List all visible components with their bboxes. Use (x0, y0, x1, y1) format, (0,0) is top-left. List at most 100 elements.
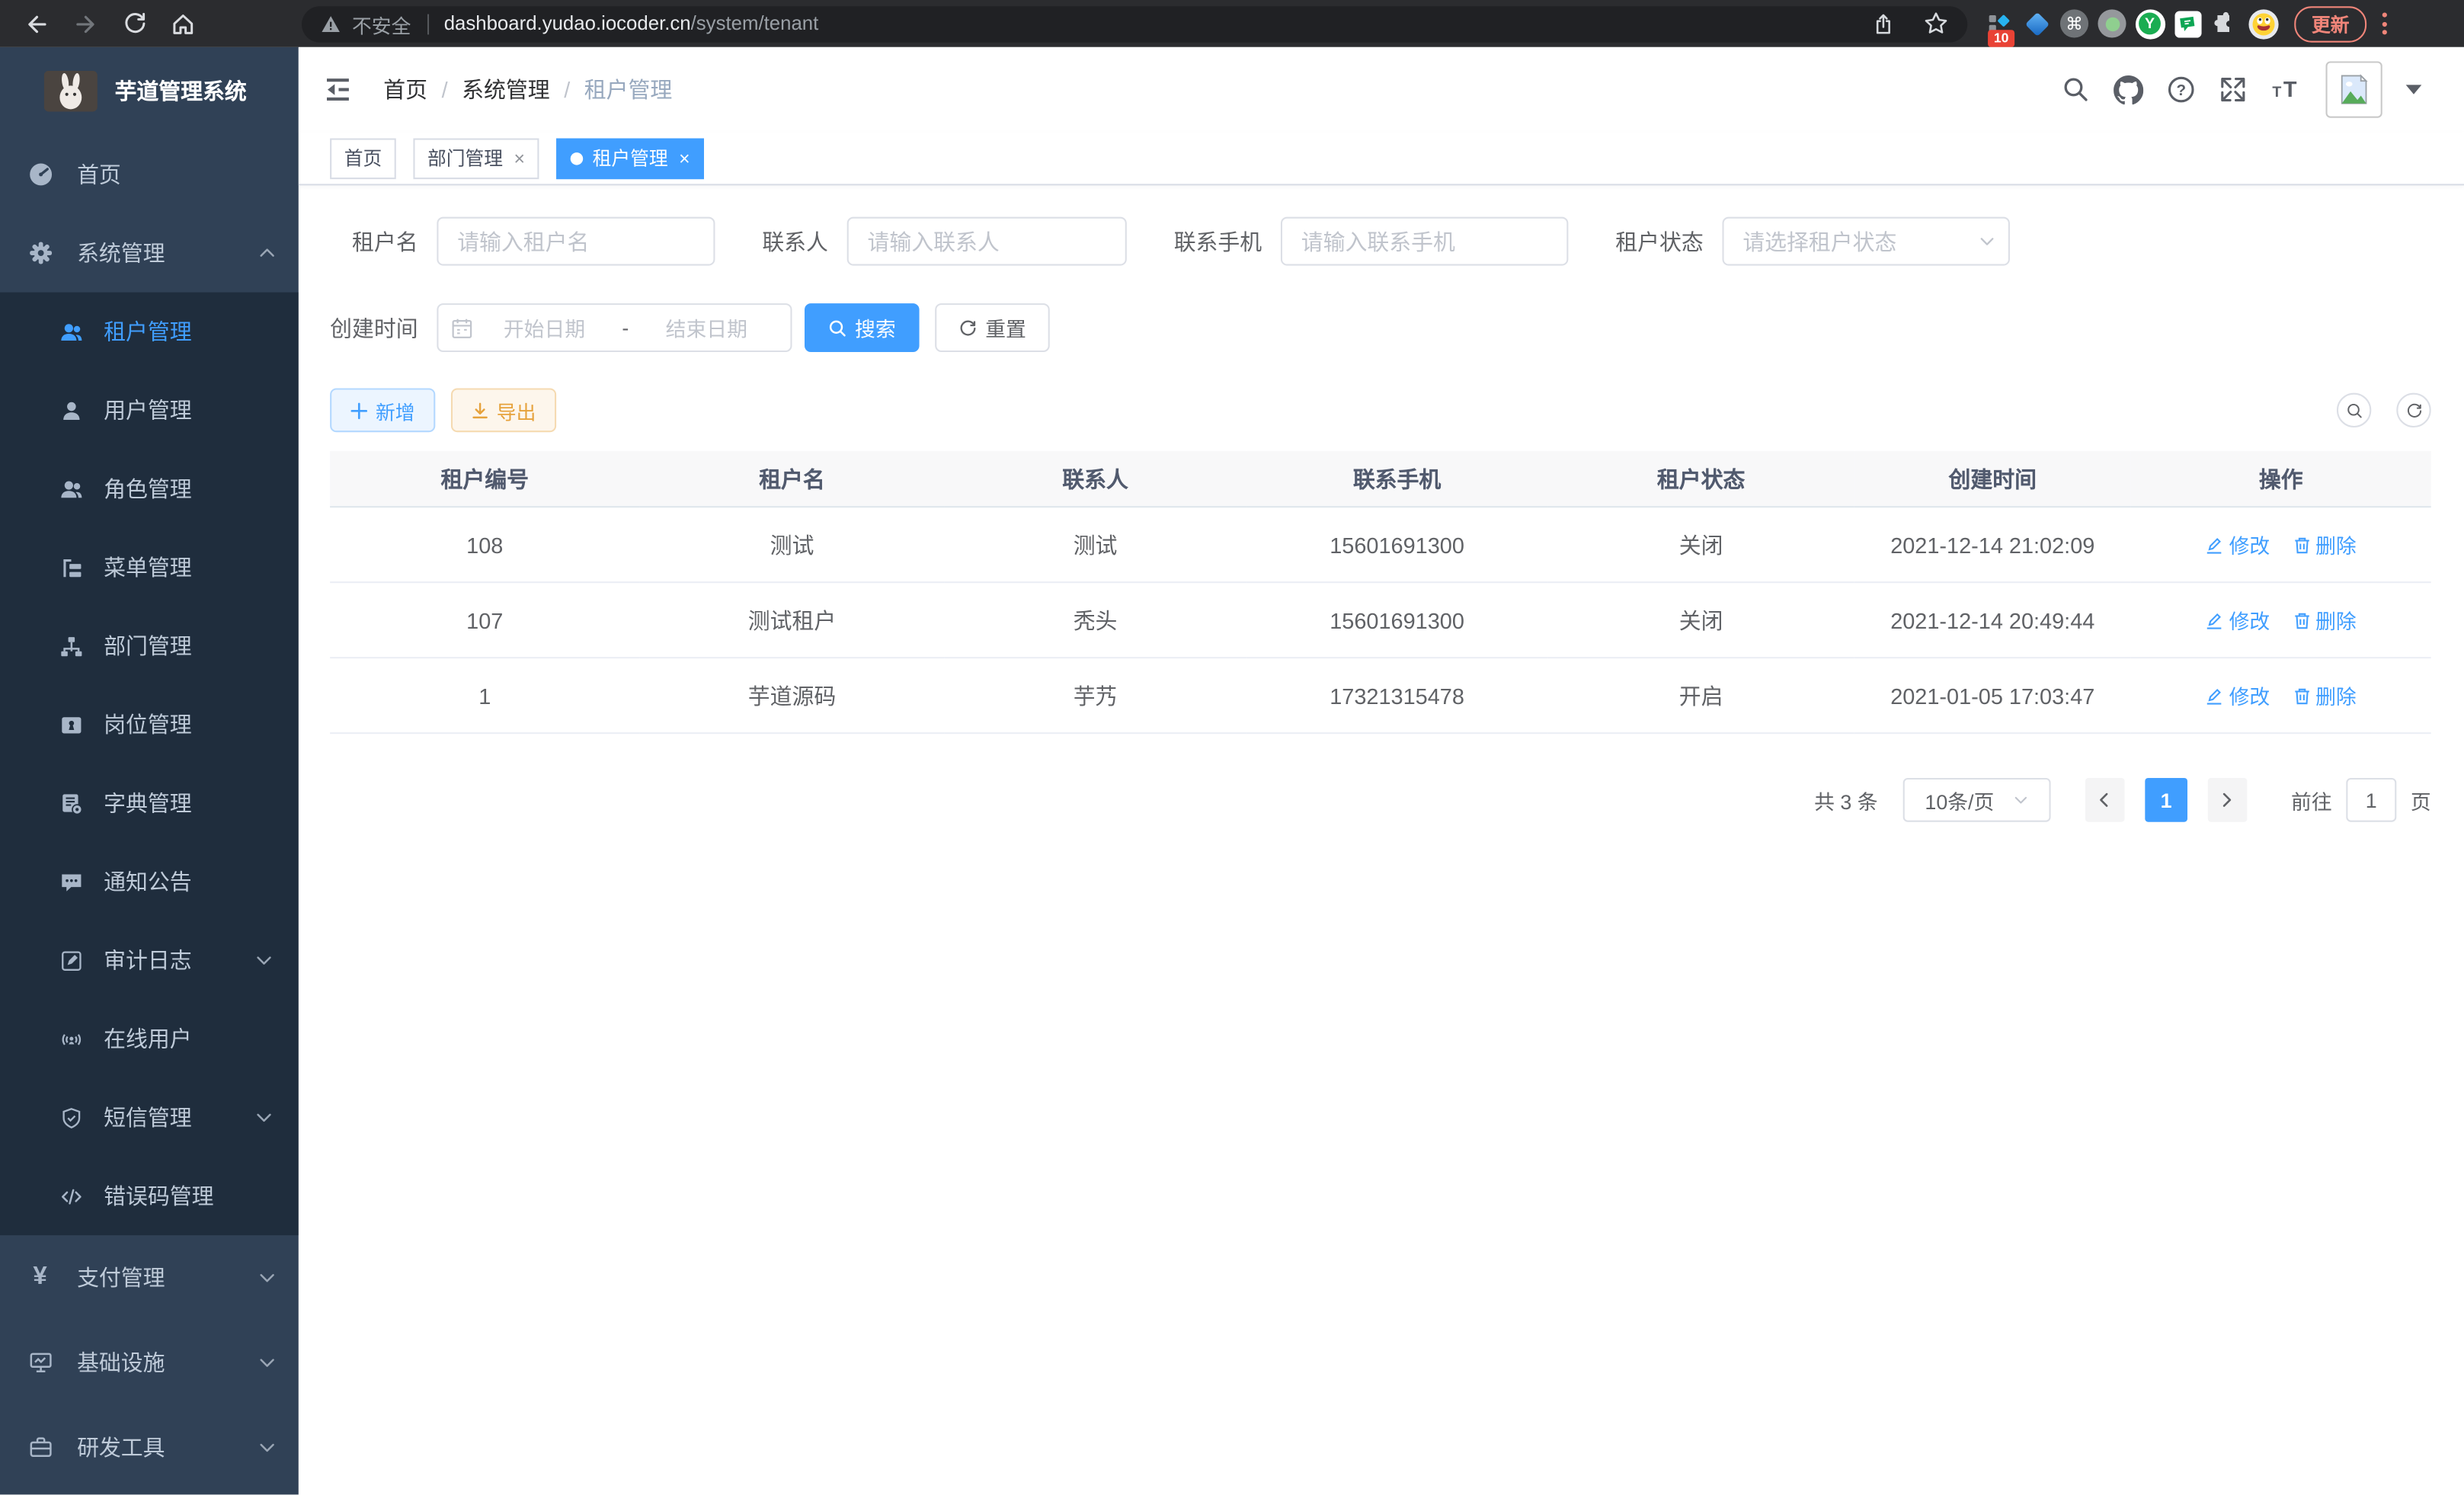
col-status: 租户状态 (1548, 451, 1854, 507)
close-icon[interactable]: × (679, 149, 690, 168)
sidebar-item-infra[interactable]: 基础设施 (0, 1321, 299, 1405)
extension-badge: 10 (1988, 30, 2014, 47)
sidebar-item-user[interactable]: 用户管理 (0, 371, 299, 450)
fullscreen-icon (2219, 75, 2247, 104)
contact-input[interactable] (847, 217, 1127, 266)
tab-home[interactable]: 首页 (330, 137, 396, 178)
app-logo[interactable]: 芋道管理系统 (0, 47, 299, 136)
breadcrumb-system[interactable]: 系统管理 (462, 74, 550, 105)
sidebar-item-label: 用户管理 (104, 395, 192, 426)
sidebar-item-online-users[interactable]: 在线用户 (0, 1000, 299, 1078)
edit-link[interactable]: 修改 (2206, 530, 2270, 559)
avatar-dropdown-caret[interactable] (2406, 85, 2422, 94)
font-size-icon: TT (2270, 75, 2302, 104)
delete-link[interactable]: 删除 (2292, 530, 2357, 559)
browser-forward-button[interactable] (61, 3, 110, 44)
sidebar-item-error-code[interactable]: 错误码管理 (0, 1157, 299, 1235)
sidebar-item-notice[interactable]: 通知公告 (0, 843, 299, 921)
reload-icon (122, 11, 147, 36)
tab-tenant[interactable]: 租户管理 × (556, 137, 704, 178)
header-search-button[interactable] (2062, 75, 2090, 104)
extension-tabs-icon[interactable]: 10 (1980, 5, 2018, 43)
trash-icon (2292, 535, 2311, 554)
browser-menu-button[interactable] (2382, 13, 2387, 35)
sidebar-item-dev-tools[interactable]: 研发工具 (0, 1405, 299, 1490)
delete-link[interactable]: 删除 (2292, 605, 2357, 635)
browser-reload-button[interactable] (110, 3, 158, 44)
help-button[interactable]: ? (2167, 75, 2195, 104)
font-size-button[interactable]: TT (2270, 75, 2302, 104)
col-created: 创建时间 (1854, 451, 2131, 507)
edit-link[interactable]: 修改 (2206, 605, 2270, 635)
share-icon (1871, 11, 1895, 35)
tags-view-bar: 首页 部门管理 × 租户管理 × (299, 132, 2464, 185)
browser-home-button[interactable] (158, 3, 207, 44)
search-button[interactable]: 搜索 (805, 303, 920, 352)
sidebar-item-menu[interactable]: 菜单管理 (0, 528, 299, 607)
fullscreen-button[interactable] (2219, 75, 2247, 104)
reset-button[interactable]: 重置 (935, 303, 1050, 352)
share-button[interactable] (1871, 11, 1895, 35)
address-bar[interactable]: 不安全 dashboard.yudao.iocoder.cn/system/te… (302, 5, 1967, 41)
y-circle-icon: Y (2135, 8, 2165, 38)
export-button[interactable]: 导出 (451, 388, 556, 432)
dot-circle-icon (2098, 9, 2126, 37)
show-search-toggle-button[interactable] (2337, 393, 2371, 427)
page-number-current[interactable]: 1 (2145, 778, 2187, 822)
extension-command-icon[interactable]: ⌘ (2056, 5, 2094, 43)
goto-page-input[interactable] (2346, 778, 2396, 822)
cell-contact: 测试 (945, 507, 1246, 582)
tab-dept[interactable]: 部门管理 × (413, 137, 539, 178)
gauge-icon (27, 162, 53, 187)
extension-kite-icon[interactable] (2018, 5, 2056, 43)
id-badge-icon (59, 712, 83, 736)
sidebar-item-role[interactable]: 角色管理 (0, 450, 299, 528)
extensions-menu-button[interactable] (2206, 5, 2245, 43)
edit-link[interactable]: 修改 (2206, 680, 2270, 710)
search-icon (2345, 402, 2363, 419)
sidebar-item-payment[interactable]: ¥ 支付管理 (0, 1235, 299, 1320)
filter-mobile: 联系手机 (1174, 217, 1569, 266)
browser-update-button[interactable]: 更新 (2294, 5, 2366, 41)
extension-y-icon[interactable]: Y (2131, 5, 2169, 43)
cell-tenant-id: 1 (330, 658, 639, 733)
prev-page-button[interactable] (2085, 778, 2125, 822)
sidebar-item-audit-log[interactable]: 审计日志 (0, 921, 299, 1000)
sidebar-item-post[interactable]: 岗位管理 (0, 685, 299, 764)
date-range-picker[interactable]: 开始日期 - 结束日期 (437, 303, 792, 352)
breadcrumb: 首页 / 系统管理 / 租户管理 (383, 74, 672, 105)
refresh-icon (2405, 402, 2423, 419)
user-avatar[interactable] (2326, 61, 2382, 117)
breadcrumb-current: 租户管理 (584, 74, 673, 105)
page-size-select[interactable]: 10条/页 (1903, 778, 2051, 822)
sidebar-item-dict[interactable]: 字典管理 (0, 764, 299, 842)
add-button[interactable]: 新增 (330, 388, 435, 432)
extension-chat-icon[interactable] (2168, 5, 2206, 43)
broadcast-icon (59, 1027, 83, 1051)
close-icon[interactable]: × (514, 149, 525, 168)
calendar-icon (451, 317, 473, 339)
bookmark-star-button[interactable] (1924, 11, 1949, 36)
breadcrumb-home[interactable]: 首页 (383, 74, 427, 105)
status-select[interactable]: 请选择租户状态 (1723, 217, 2010, 266)
extension-emoji-icon[interactable] (2244, 5, 2282, 43)
refresh-table-button[interactable] (2396, 393, 2430, 427)
sidebar-item-home[interactable]: 首页 (0, 135, 299, 213)
sidebar-item-tenant[interactable]: 租户管理 (0, 293, 299, 371)
toolbox-icon (27, 1435, 53, 1460)
github-link[interactable] (2114, 75, 2143, 104)
tenant-name-input[interactable] (437, 217, 715, 266)
sidebar-item-sms[interactable]: 短信管理 (0, 1078, 299, 1157)
browser-extensions: 10 ⌘ Y (1980, 5, 2282, 43)
extension-recorder-icon[interactable] (2093, 5, 2131, 43)
org-chart-icon (59, 634, 83, 658)
next-page-button[interactable] (2208, 778, 2248, 822)
delete-link[interactable]: 删除 (2292, 680, 2357, 710)
sidebar-item-dept[interactable]: 部门管理 (0, 607, 299, 685)
sidebar-item-system[interactable]: 系统管理 (0, 214, 299, 293)
mobile-input[interactable] (1281, 217, 1568, 266)
sidebar-item-label: 错误码管理 (104, 1180, 213, 1212)
sidebar-toggle-button[interactable] (318, 71, 359, 109)
omnibox-divider (427, 14, 428, 34)
browser-back-button[interactable] (13, 3, 62, 44)
